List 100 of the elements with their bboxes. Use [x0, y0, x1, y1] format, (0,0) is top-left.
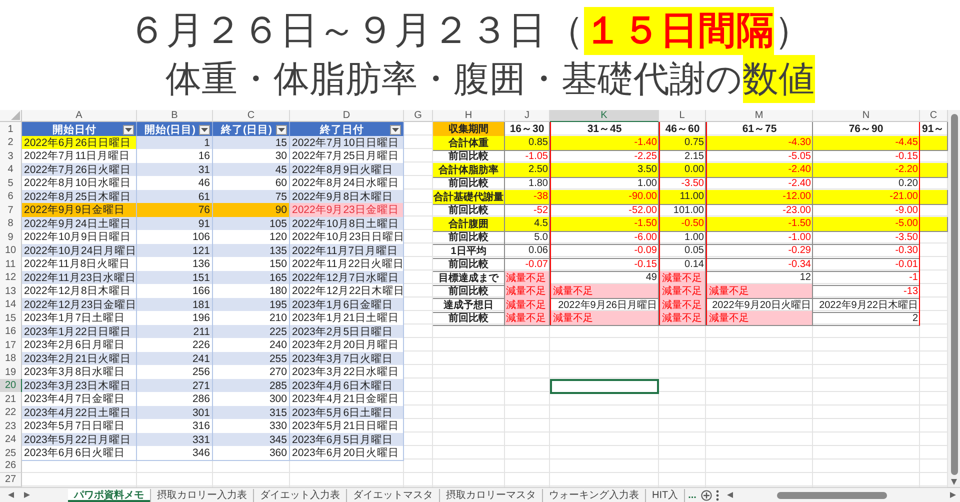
table-cell: 2022年11月22日火曜日	[290, 257, 404, 272]
table-cell: 2023年1月7日土曜日	[22, 311, 137, 326]
table-cell: -0.34	[706, 257, 813, 272]
filter-button[interactable]	[276, 124, 287, 134]
sheet-tab[interactable]: ダイエットマスタ	[347, 488, 440, 502]
add-sheet-button[interactable]	[699, 488, 714, 502]
row-header[interactable]: 11	[0, 257, 22, 272]
scroll-right-icon[interactable]	[950, 492, 956, 498]
table-cell: 360	[213, 446, 290, 461]
row-header[interactable]: 5	[0, 176, 22, 191]
table-cell: 2022年7月25日月曜日	[290, 149, 404, 164]
column-header[interactable]: B	[137, 110, 213, 122]
more-tabs-button[interactable]: ...	[685, 490, 700, 500]
column-header[interactable]: D	[290, 110, 404, 122]
sheet-tab[interactable]: 摂取カロリーマスタ	[440, 488, 543, 502]
row-header[interactable]: 19	[0, 365, 22, 380]
table-cell: 2	[813, 311, 920, 326]
highlighted-cell	[920, 216, 948, 232]
caret-icon	[125, 128, 132, 132]
table-cell: 2023年4月21日金曜日	[290, 392, 404, 407]
caret-icon	[278, 128, 285, 132]
sheet-tab[interactable]: 摂取カロリー入力表	[151, 488, 254, 502]
filter-button[interactable]	[123, 124, 134, 134]
options-button[interactable]	[714, 488, 722, 502]
column-header[interactable]: K	[550, 110, 659, 122]
row-header[interactable]: 23	[0, 419, 22, 434]
table-cell: -0.50	[659, 216, 706, 232]
sheet-tab[interactable]: ウォーキング入力表	[543, 488, 646, 502]
table-cell: -6.00	[550, 230, 659, 245]
row-header[interactable]: 7	[0, 203, 22, 218]
table-cell: 76	[137, 203, 213, 218]
scrollbar-thumb[interactable]	[950, 114, 958, 475]
row-label: 前回比較	[433, 257, 505, 272]
highlighted-cell	[920, 190, 948, 204]
table-cell: 2023年4月7日金曜日	[22, 392, 137, 407]
table-cell: 2023年2月20日月曜日	[290, 338, 404, 353]
table-cell: 0.85	[505, 136, 550, 150]
column-header[interactable]: C	[920, 110, 948, 122]
column-header[interactable]: H	[433, 110, 505, 122]
next-sheet-icon[interactable]	[24, 492, 30, 498]
table-cell: 90	[213, 203, 290, 218]
row-header[interactable]: 26	[0, 460, 22, 473]
row-header[interactable]: 17	[0, 338, 22, 353]
row-header[interactable]: 3	[0, 149, 22, 164]
row-header[interactable]: 15	[0, 311, 22, 326]
table-cell: 1.00	[659, 230, 706, 245]
table-cell: 2022年10月23日日曜日	[290, 230, 404, 245]
row-label: 合計基礎代謝量	[433, 190, 505, 204]
table-cell: 2023年3月22日水曜日	[290, 365, 404, 380]
table-cell: 減量不足	[505, 284, 550, 299]
filter-button[interactable]	[390, 124, 401, 134]
column-header-label: 終了(日目)	[220, 122, 273, 136]
scroll-down-icon[interactable]	[951, 479, 957, 485]
slide-title: 体重・体脂肪率・腹囲・基礎代謝の数値	[166, 55, 814, 103]
table-cell: 226	[137, 338, 213, 353]
column-header[interactable]: G	[404, 110, 433, 122]
column-header[interactable]: M	[706, 110, 813, 122]
column-header[interactable]: C	[213, 110, 290, 122]
table-cell: -3.50	[813, 230, 920, 245]
caret-icon	[201, 128, 208, 132]
column-header[interactable]: N	[813, 110, 920, 122]
table-cell: 11.00	[659, 190, 706, 204]
slide-title: ６月２６日～９月２３日（１５日間隔）	[128, 7, 812, 55]
row-header[interactable]: 25	[0, 446, 22, 461]
sheet-tab[interactable]: HIT入	[646, 488, 686, 502]
scroll-left-icon[interactable]	[727, 492, 734, 498]
scrollbar-thumb[interactable]	[777, 492, 888, 498]
table-cell: -0.15	[550, 257, 659, 272]
highlighted-cell	[920, 136, 948, 150]
table-cell: -12.00	[706, 190, 813, 204]
table-cell: 330	[213, 419, 290, 434]
column-header[interactable]: L	[659, 110, 706, 122]
caret-icon	[392, 128, 399, 132]
table-header: 収集期間	[433, 122, 505, 137]
row-header[interactable]: 27	[0, 473, 22, 486]
vertical-scrollbar[interactable]	[948, 110, 960, 487]
highlighted-cell	[920, 162, 948, 178]
previous-sheet-icon[interactable]	[8, 492, 14, 498]
row-header[interactable]: 9	[0, 230, 22, 245]
table-cell: 180	[213, 284, 290, 299]
table-cell: 150	[213, 257, 290, 272]
table-cell: 286	[137, 392, 213, 407]
row-label: 合計体脂肪率	[433, 162, 505, 178]
table-cell: 166	[137, 284, 213, 299]
column-header[interactable]: J	[505, 110, 550, 122]
table-cell: 106	[137, 230, 213, 245]
sheet-tab[interactable]: ダイエット入力表	[254, 488, 347, 502]
table-cell: 30	[213, 149, 290, 164]
column-header[interactable]: A	[22, 110, 137, 122]
sheet-tab[interactable]: パワポ資料メモ	[68, 488, 151, 502]
row-header[interactable]: 21	[0, 392, 22, 407]
row-header[interactable]: 1	[0, 122, 22, 137]
row-header[interactable]: 13	[0, 284, 22, 299]
active-cell[interactable]	[550, 378, 659, 394]
table-cell: 240	[213, 338, 290, 353]
table-cell: -38	[505, 190, 550, 204]
table-cell: 2022年8月10日水曜日	[22, 176, 137, 191]
column-header-label: 開始(日目)	[144, 122, 196, 136]
table-cell: 256	[137, 365, 213, 380]
filter-button[interactable]	[199, 124, 210, 134]
